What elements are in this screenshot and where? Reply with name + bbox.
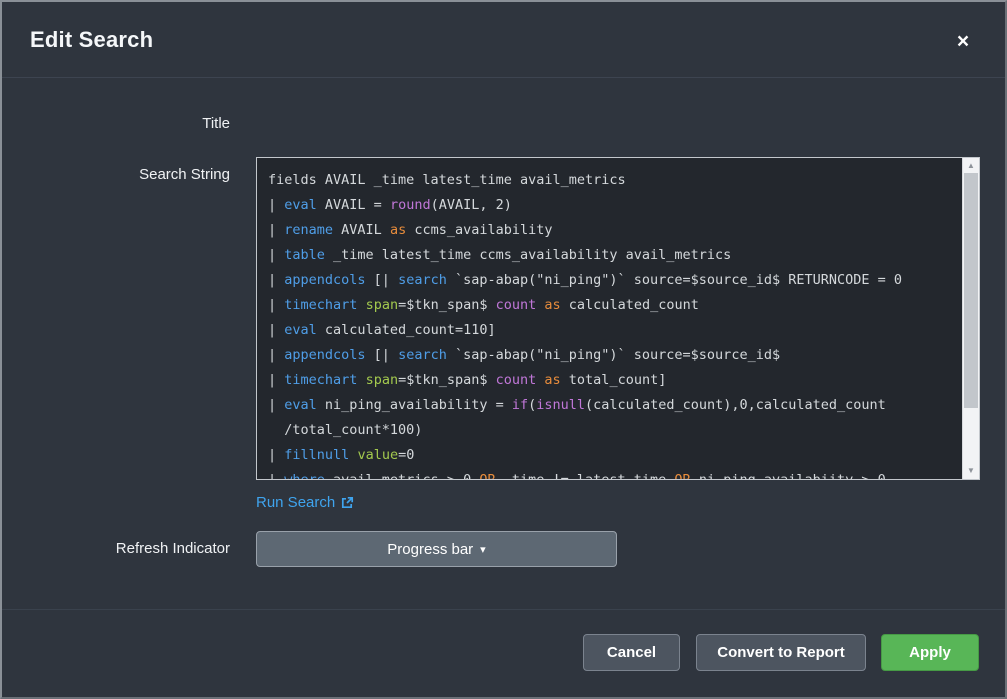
refresh-indicator-dropdown[interactable]: Progress bar ▾: [256, 531, 617, 567]
edit-search-dialog: Edit Search × Title Search String fields…: [0, 0, 1007, 699]
title-label: Title: [2, 115, 230, 132]
chevron-down-icon: ▾: [480, 545, 486, 556]
search-string-editor[interactable]: fields AVAIL _time latest_time avail_met…: [256, 157, 980, 480]
convert-to-report-button[interactable]: Convert to Report: [696, 634, 866, 671]
refresh-indicator-value: Progress bar: [387, 541, 473, 558]
scrollbar-thumb[interactable]: [964, 173, 978, 408]
close-icon[interactable]: ×: [951, 30, 975, 54]
dialog-title: Edit Search: [30, 27, 153, 53]
run-search-label: Run Search: [256, 494, 335, 511]
apply-button[interactable]: Apply: [881, 634, 979, 671]
refresh-indicator-label: Refresh Indicator: [2, 540, 230, 557]
run-search-link[interactable]: Run Search: [256, 494, 354, 511]
title-input[interactable]: [256, 108, 756, 138]
external-link-icon: [340, 496, 354, 510]
search-string-label: Search String: [2, 166, 230, 183]
scroll-up-icon[interactable]: ▲: [963, 158, 979, 174]
editor-scrollbar[interactable]: ▲ ▼: [962, 158, 979, 479]
search-string-code: fields AVAIL _time latest_time avail_met…: [257, 168, 962, 480]
cancel-button[interactable]: Cancel: [583, 634, 680, 671]
dialog-header: Edit Search ×: [2, 2, 1005, 78]
scroll-down-icon[interactable]: ▼: [963, 463, 979, 479]
footer-divider: [2, 609, 1005, 610]
